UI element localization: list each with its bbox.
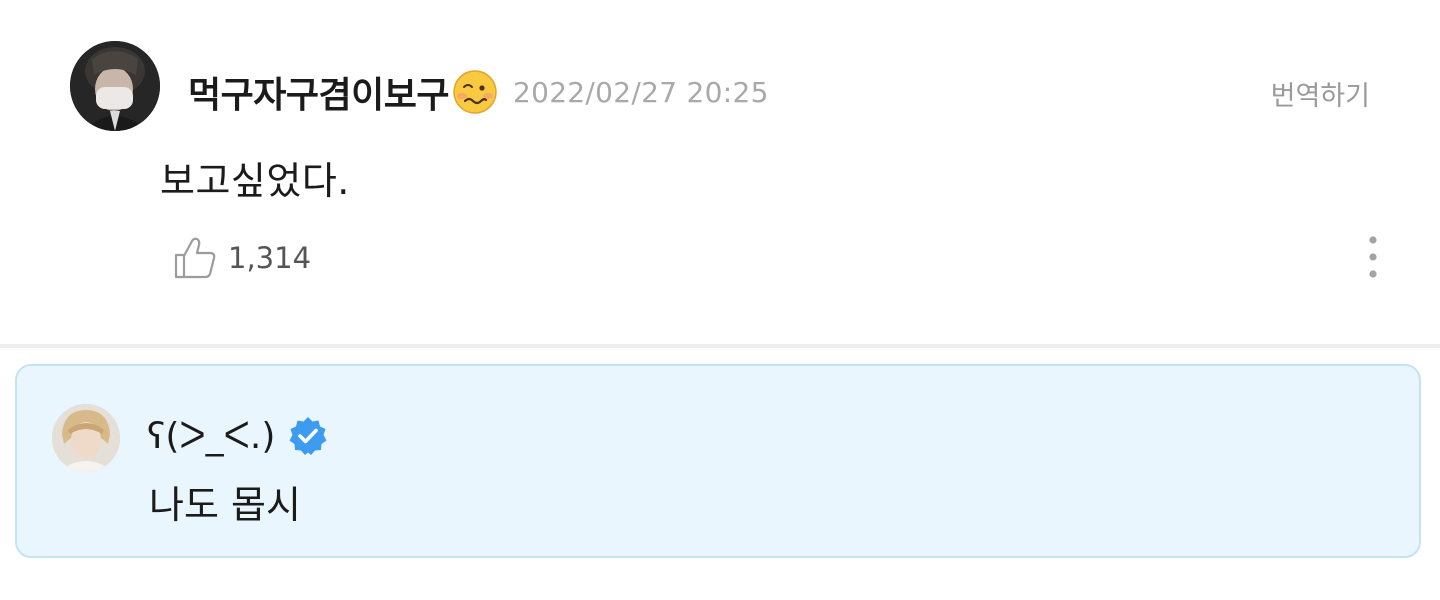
comment-author-avatar[interactable] bbox=[70, 41, 160, 131]
reply-author-row: ʕ(ᐳ_ᐸ.) bbox=[147, 412, 329, 460]
thumbs-up-icon[interactable] bbox=[172, 235, 218, 281]
like-count: 1,314 bbox=[228, 241, 312, 275]
reply-text: 나도 몹시 bbox=[149, 483, 301, 527]
comment-timestamp: 2022/02/27 20:25 bbox=[512, 75, 769, 109]
section-divider bbox=[0, 344, 1440, 348]
comment-author-row: 먹구자구겸이보구 2022/02/27 20:25 bbox=[188, 66, 769, 118]
translate-button[interactable]: 번역하기 bbox=[1271, 74, 1370, 113]
comment-author-name[interactable]: 먹구자구겸이보구 bbox=[188, 66, 449, 118]
comment-text: 보고싶었다. bbox=[160, 159, 350, 203]
more-vertical-icon[interactable] bbox=[1366, 234, 1380, 280]
artist-reply-card: ʕ(ᐳ_ᐸ.) 나도 몹시 bbox=[15, 364, 1421, 558]
verified-badge-icon bbox=[289, 417, 327, 455]
like-row: 1,314 bbox=[172, 232, 311, 284]
woozy-face-emoji-icon bbox=[453, 70, 497, 114]
reply-author-name[interactable]: ʕ(ᐳ_ᐸ.) bbox=[147, 416, 275, 457]
reply-author-avatar[interactable] bbox=[52, 404, 120, 472]
comment-card: 먹구자구겸이보구 2022/02/27 20:25 번역하기 보고싶었다. 1,… bbox=[0, 0, 1440, 344]
